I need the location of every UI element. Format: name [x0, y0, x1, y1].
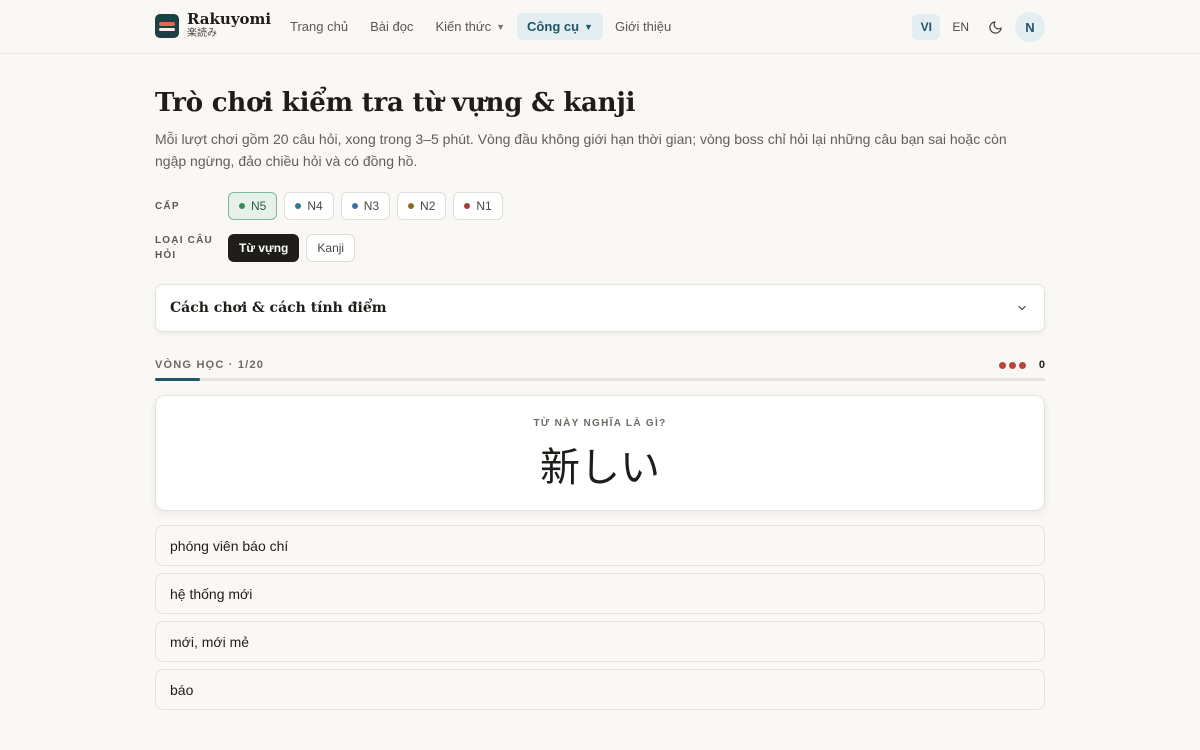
life-dot-icon — [1018, 361, 1026, 369]
answer-option[interactable]: phóng viên báo chí — [155, 525, 1045, 566]
nav-tools[interactable]: Công cụ ▼ — [517, 13, 603, 40]
type-chip-vocabulary[interactable]: Từ vựng — [228, 234, 300, 262]
level-chip-n5[interactable]: N5 — [228, 192, 278, 220]
level-chip-n4[interactable]: N4 — [284, 192, 334, 220]
question-word: 新しい — [540, 445, 660, 491]
answer-option[interactable]: hệ thống mới — [155, 573, 1045, 614]
main-content: Trò chơi kiểm tra từ vựng & kanji Mỗi lư… — [155, 54, 1045, 710]
moon-icon — [988, 20, 1002, 34]
question-card: TỪ NÀY NGHĨA LÀ GÌ? 新しい — [155, 395, 1045, 511]
level-chip-n1[interactable]: N1 — [453, 192, 503, 220]
level-selector: CẤP N5 N4 N3 N2 N1 — [155, 192, 1045, 220]
type-chip-kanji[interactable]: Kanji — [306, 234, 356, 262]
question-type-label: LOẠI CÂU HỎI — [155, 235, 213, 261]
brand-name: Rakuyomi — [187, 10, 272, 28]
round-label: VÒNG HỌC · 1/20 — [155, 359, 265, 371]
level-label: CẤP — [155, 200, 180, 212]
sushi-logo-icon — [155, 13, 179, 38]
level-dot-icon — [408, 203, 415, 209]
question-prompt: TỪ NÀY NGHĨA LÀ GÌ? — [533, 418, 667, 429]
answer-option[interactable]: mới, mới mẻ — [155, 621, 1045, 662]
chevron-down-icon: ▼ — [496, 21, 506, 32]
level-dot-icon — [295, 203, 302, 209]
chevron-down-icon: ▼ — [584, 21, 593, 32]
round-status: VÒNG HỌC · 1/20 0 — [155, 359, 1045, 371]
level-dot-icon — [351, 203, 358, 209]
level-dot-icon — [239, 203, 245, 209]
life-dot-icon — [1008, 361, 1016, 369]
nav-home[interactable]: Trang chủ — [280, 13, 358, 40]
lives-indicator: 0 — [998, 359, 1045, 371]
level-chip-n2[interactable]: N2 — [397, 192, 447, 220]
brand-logo-link[interactable]: Rakuyomi 楽読み — [155, 12, 271, 39]
page-description: Mỗi lượt chơi gồm 20 câu hỏi, xong trong… — [155, 131, 1007, 169]
main-nav: Trang chủ Bài đọc Kiến thức ▼ Công cụ ▼ Gi… — [280, 13, 681, 40]
lang-en-button[interactable]: EN — [946, 14, 975, 40]
score-value: 0 — [1038, 359, 1045, 371]
level-dot-icon — [464, 203, 471, 209]
chevron-down-icon — [1018, 305, 1026, 311]
howto-accordion[interactable]: Cách chơi & cách tính điểm — [155, 284, 1045, 332]
page-title: Trò chơi kiểm tra từ vựng & kanji — [155, 88, 636, 118]
nav-knowledge[interactable]: Kiến thức ▼ — [425, 13, 515, 40]
top-header: Rakuyomi 楽読み Trang chủ Bài đọc Kiến thức… — [0, 0, 1200, 54]
level-chip-n3[interactable]: N3 — [340, 192, 391, 220]
round-progress-bar — [155, 378, 1045, 381]
answer-option[interactable]: báo — [155, 669, 1045, 710]
answer-list: phóng viên báo chí hệ thống mới mới, mới… — [155, 525, 1045, 710]
user-avatar[interactable]: N — [1015, 12, 1045, 42]
theme-toggle-button[interactable] — [981, 13, 1009, 41]
howto-title: Cách chơi & cách tính điểm — [170, 300, 387, 316]
lang-vi-button[interactable]: VI — [912, 14, 941, 40]
brand-subtitle: 楽読み — [187, 28, 217, 39]
question-type-selector: LOẠI CÂU HỎI Từ vựng Kanji — [155, 233, 1045, 263]
nav-about[interactable]: Giới thiệu — [605, 13, 681, 40]
round-progress-fill — [155, 378, 200, 381]
life-dot-icon — [998, 361, 1006, 369]
nav-readings[interactable]: Bài đọc — [360, 13, 423, 40]
